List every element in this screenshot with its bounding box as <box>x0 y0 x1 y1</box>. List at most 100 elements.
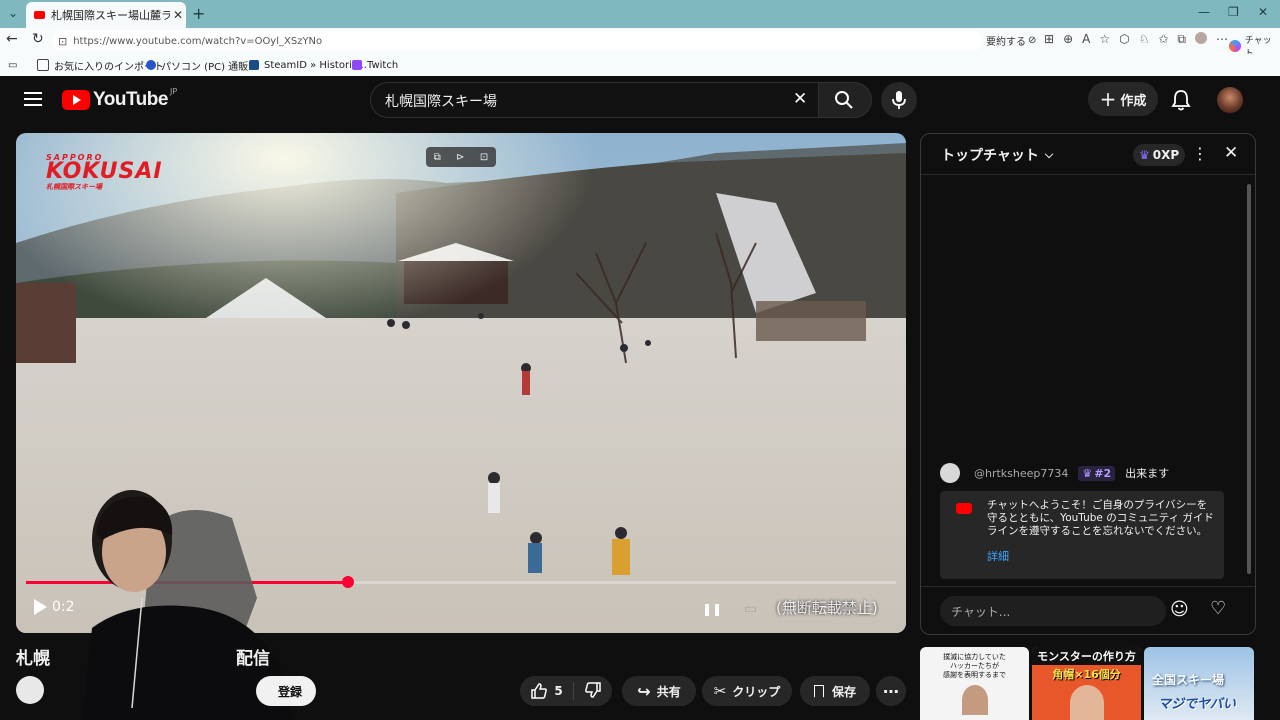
subscribe-button[interactable]: 登録 <box>256 676 316 706</box>
share-button[interactable]: ↪ 共有 <box>622 676 696 706</box>
chat-header-divider <box>921 174 1255 175</box>
thumb-face-2 <box>1070 685 1104 720</box>
chat-welcome-card: チャットへようこそ！ご自身のプライバシーを守るとともに、YouTube のコミュ… <box>940 491 1224 579</box>
favorites-icon[interactable]: ✩ <box>1158 32 1168 47</box>
collections-icon[interactable]: ⧉ <box>1177 32 1186 47</box>
xp-value: 0XP <box>1152 148 1180 162</box>
close-window-button[interactable]: ✕ <box>1258 5 1268 19</box>
read-aloud-icon[interactable]: A <box>1082 32 1090 47</box>
chat-scrollbar[interactable] <box>1247 184 1251 574</box>
bookmark-icon <box>813 684 824 698</box>
bookmark-import[interactable]: お気に入りのインポート <box>37 57 164 73</box>
video-title: 札幌 <box>16 644 50 669</box>
maximize-window-button[interactable]: ❐ <box>1228 5 1239 19</box>
zoom-icon[interactable]: ⊕ <box>1063 32 1073 47</box>
subscribe-label: 登録 <box>277 684 302 699</box>
clear-search-icon[interactable]: ✕ <box>793 89 807 109</box>
tab-list-button[interactable]: ⌄ <box>5 6 21 22</box>
guide-menu-icon[interactable] <box>24 90 42 106</box>
share-arrow-icon: ↪ <box>637 681 651 701</box>
more-menu-icon[interactable]: ⋯ <box>1216 32 1228 47</box>
thumb-text-1: 撲滅に協力していた ハッカーたちが 感謝を表明するまで <box>920 653 1029 680</box>
welcome-learn-more-link[interactable]: 詳細 <box>987 548 1009 564</box>
tab-close-icon[interactable]: ✕ <box>170 8 186 22</box>
picture-in-picture-icon[interactable]: ⊡ <box>480 152 488 163</box>
xp-badge[interactable]: ♛ 0XP <box>1133 144 1186 166</box>
copilot-icon <box>1229 40 1241 52</box>
more-actions-button[interactable]: ⋯ <box>876 676 906 706</box>
thumb-title-3: 全国スキー場 <box>1152 673 1225 687</box>
app-grid-icon[interactable]: ⊞ <box>1044 32 1054 47</box>
toolbar-icons: ⊞ ⊕ A ☆ ⬡ ♘ ✩ ⧉ ⋯ <box>1044 32 1228 47</box>
like-button[interactable]: 5 <box>530 682 574 700</box>
play-button[interactable] <box>34 599 47 615</box>
reload-icon[interactable]: ↻ <box>32 31 44 47</box>
heart-icon[interactable]: ♡ <box>1210 598 1226 619</box>
create-label: 作成 <box>1120 93 1147 109</box>
youtube-wordmark: YouTube <box>93 89 168 110</box>
favorite-star-icon[interactable]: ☆ <box>1099 32 1110 47</box>
pause-overlay-icon[interactable]: ❚❚ <box>702 602 722 616</box>
back-arrow-icon[interactable]: ← <box>6 31 18 47</box>
rank-value: #2 <box>1094 466 1112 480</box>
save-button[interactable]: 保存 <box>800 676 870 706</box>
clip-button[interactable]: ✂ クリップ <box>702 676 792 706</box>
create-button[interactable]: + 作成 <box>1088 82 1158 116</box>
bookmark-twitch[interactable]: Twitch <box>352 57 398 73</box>
search-input[interactable]: 札幌国際スキー場 <box>385 91 497 111</box>
youtube-logo[interactable]: YouTube JP <box>62 87 178 111</box>
bookmark-label: パソコン (PC) 通販... <box>161 61 258 73</box>
emoji-icon[interactable]: ☺ <box>1170 599 1189 620</box>
thumb-face-1 <box>962 685 988 715</box>
pip-controls: ⧉ ⊳ ⊡ <box>426 147 496 167</box>
summarize-button[interactable]: 要約する ⊘ <box>986 33 1036 48</box>
chat-menu-icon[interactable]: ⋮ <box>1192 144 1208 163</box>
thumbs-down-icon <box>584 681 601 698</box>
steamid-icon <box>249 60 259 70</box>
profile-icon[interactable] <box>1195 32 1207 44</box>
bookmarks-bar: ▭ お気に入りのインポート パソコン (PC) 通販... SteamID » … <box>0 54 1280 77</box>
notifications-bell-icon[interactable] <box>1171 89 1191 115</box>
chat-mode-dropdown[interactable]: トップチャット ⌵ <box>941 145 1053 165</box>
recommended-video-3[interactable]: 全国スキー場 マジでヤバい <box>1144 647 1254 720</box>
chat-input-field[interactable]: チャット... <box>940 596 1166 626</box>
scissors-icon: ✂ <box>713 682 727 700</box>
extensions-icon[interactable]: ⬡ <box>1119 32 1129 47</box>
close-chat-icon[interactable]: ✕ <box>1224 143 1238 163</box>
recommended-video-1[interactable]: 撲滅に協力していた ハッカーたちが 感謝を表明するまで <box>920 647 1029 720</box>
dislike-button[interactable] <box>574 681 602 702</box>
progress-scrubber-handle[interactable] <box>341 576 354 588</box>
welcome-text: チャットへようこそ！ご自身のプライバシーを守るとともに、YouTube のコミュ… <box>987 499 1214 537</box>
like-dislike-group: 5 <box>520 676 612 706</box>
more-dots-icon: ⋯ <box>883 681 899 701</box>
search-box[interactable]: 札幌国際スキー場 ✕ <box>370 82 820 118</box>
minimize-window-button[interactable]: — <box>1198 5 1210 19</box>
region-label: JP <box>169 87 178 96</box>
subtitles-icon[interactable]: ▭ <box>744 601 757 617</box>
voice-search-button[interactable] <box>881 82 917 118</box>
address-field[interactable]: ⊡ https://www.youtube.com/watch?v=OOyl_X… <box>52 31 982 51</box>
bookmark-steamid[interactable]: SteamID » Historic... <box>249 57 367 73</box>
account-avatar[interactable] <box>1217 87 1243 113</box>
recommended-video-2[interactable]: モンスターの作り方 角帽×16個分 <box>1032 647 1141 720</box>
kokusai-logo-overlay: SAPPORO KOKUSAI 札幌国際スキー場 <box>46 153 163 192</box>
summarize-label: 要約する <box>986 37 1026 48</box>
bookmark-pc[interactable]: パソコン (PC) 通販... <box>146 57 258 73</box>
thumb-line: 撲滅に協力していた <box>943 653 1006 661</box>
sidebar-toggle-icon[interactable]: ▭ <box>8 57 17 73</box>
microphone-icon <box>892 91 906 109</box>
time-display: 0:2 <box>52 599 75 615</box>
browser-tab-bar: ⌄ 札幌国際スキー場山麓ライブ配信 - Yo ✕ + — ❐ ✕ <box>0 0 1280 28</box>
thumb-line: ハッカーたちが <box>950 662 999 670</box>
youtube-play-logo-icon <box>62 90 90 110</box>
minimize-player-icon[interactable]: ⧉ <box>434 152 441 163</box>
browser-essentials-icon[interactable]: ♘ <box>1139 32 1150 47</box>
channel-avatar[interactable] <box>16 676 44 704</box>
browser-tab-active[interactable]: 札幌国際スキー場山麓ライブ配信 - Yo ✕ <box>26 2 186 28</box>
search-button[interactable] <box>818 82 872 118</box>
author-avatar[interactable] <box>940 463 960 483</box>
author-name[interactable]: @hrtksheep7734 <box>974 467 1068 480</box>
site-info-icon[interactable]: ⊡ <box>58 35 67 48</box>
new-tab-button[interactable]: + <box>192 4 205 23</box>
popout-player-icon[interactable]: ⊳ <box>456 152 464 163</box>
